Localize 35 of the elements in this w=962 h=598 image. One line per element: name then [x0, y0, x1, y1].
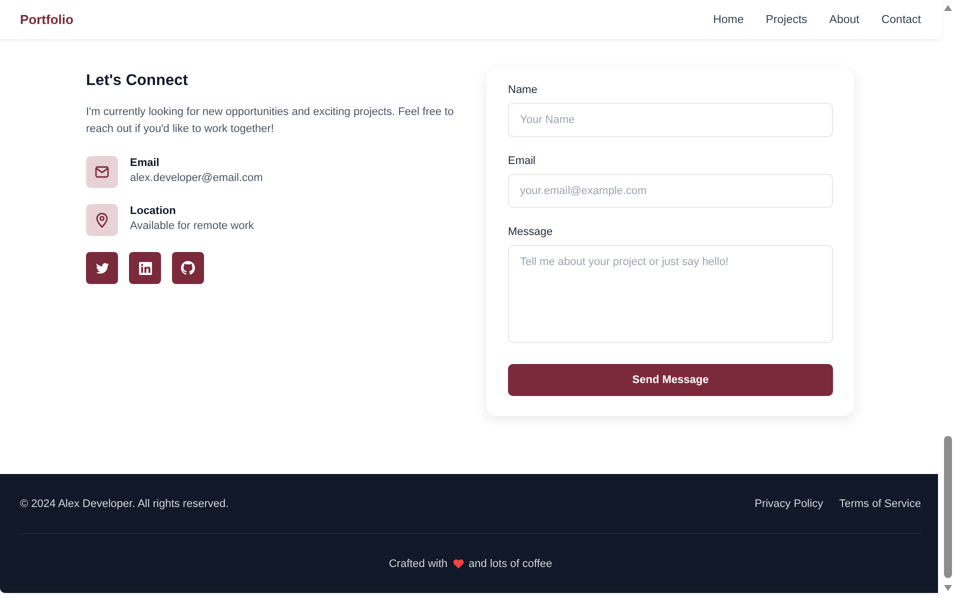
section-title: Let's Connect: [86, 72, 189, 90]
linkedin-icon: [138, 262, 152, 274]
field-label: Message: [508, 226, 554, 238]
map-pin-icon: [96, 212, 108, 228]
nav-link[interactable]: Contact: [881, 14, 921, 26]
field-label: Name: [508, 84, 538, 96]
scroll-down-icon[interactable]: [943, 584, 953, 592]
nav-link[interactable]: Home: [713, 14, 744, 26]
twitter-button[interactable]: [86, 252, 118, 284]
copyright-text: © 2024 Alex Developer. All rights reserved.: [20, 498, 229, 510]
contact-label: Email: [130, 157, 160, 169]
linkedin-button[interactable]: [129, 252, 161, 284]
nav-link[interactable]: Projects: [766, 14, 808, 26]
input-field[interactable]: Your Name: [508, 103, 833, 137]
field-label: Email: [508, 155, 537, 167]
scroll-up-icon[interactable]: [943, 4, 953, 12]
contact-value: alex.developer@email.com: [130, 172, 263, 184]
scrollbar-thumb[interactable]: [944, 436, 952, 578]
github-button[interactable]: [172, 252, 204, 284]
heart-icon: [452, 558, 464, 568]
contact-label: Location: [130, 205, 177, 217]
footer-link[interactable]: Terms of Service: [839, 498, 921, 510]
input-field[interactable]: your.email@example.com: [508, 174, 833, 208]
message-field[interactable]: Tell me about your project or just say hello!: [508, 245, 833, 343]
github-icon: [181, 261, 195, 275]
footer-link[interactable]: Privacy Policy: [754, 498, 824, 510]
intro-text: I'm currently looking for new opportunities and exciting projects. Feel free to reach out if you'd like to work together!: [86, 105, 455, 137]
nav-link[interactable]: About: [829, 14, 860, 26]
envelope-icon: [95, 166, 109, 178]
credit-text: Crafted with: [388, 558, 448, 570]
send-message-button[interactable]: Send Message: [508, 364, 833, 396]
contact-value: Available for remote work: [130, 220, 254, 232]
bird-icon: [96, 262, 108, 274]
site-logo[interactable]: Portfolio: [20, 12, 74, 27]
credit-text: and lots of coffee: [468, 558, 552, 570]
